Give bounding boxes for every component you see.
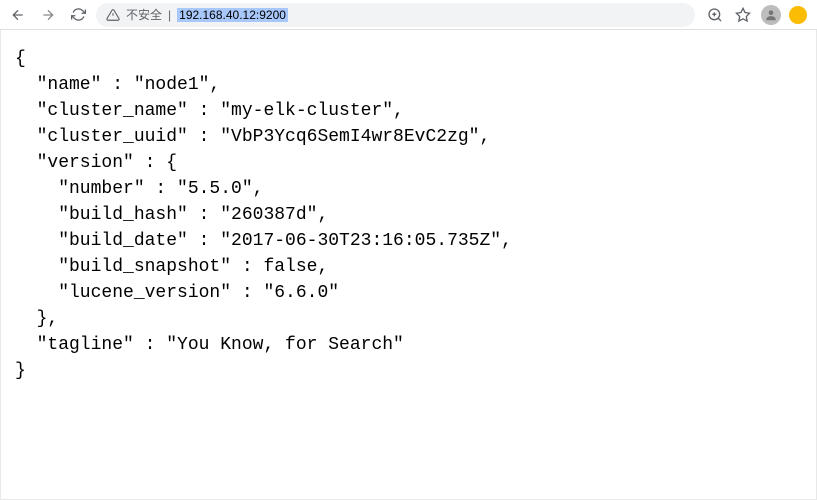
reload-button[interactable]: [66, 3, 90, 27]
back-button[interactable]: [6, 3, 30, 27]
zoom-button[interactable]: [705, 5, 725, 25]
star-icon: [735, 7, 751, 23]
bookmark-button[interactable]: [733, 5, 753, 25]
forward-button[interactable]: [36, 3, 60, 27]
url-text: 192.168.40.12:9200: [177, 8, 288, 22]
notification-dot[interactable]: [789, 6, 807, 24]
separator: |: [168, 8, 171, 22]
profile-avatar[interactable]: [761, 5, 781, 25]
arrow-right-icon: [40, 7, 56, 23]
security-label: 不安全: [126, 6, 162, 23]
zoom-icon: [707, 7, 723, 23]
arrow-left-icon: [10, 7, 26, 23]
reload-icon: [71, 7, 86, 22]
warning-icon: [106, 8, 120, 22]
browser-toolbar: 不安全 | 192.168.40.12:9200: [0, 0, 817, 30]
json-response: { "name" : "node1", "cluster_name" : "my…: [0, 30, 817, 500]
user-icon: [764, 8, 778, 22]
address-bar[interactable]: 不安全 | 192.168.40.12:9200: [96, 3, 695, 27]
toolbar-right: [701, 5, 811, 25]
